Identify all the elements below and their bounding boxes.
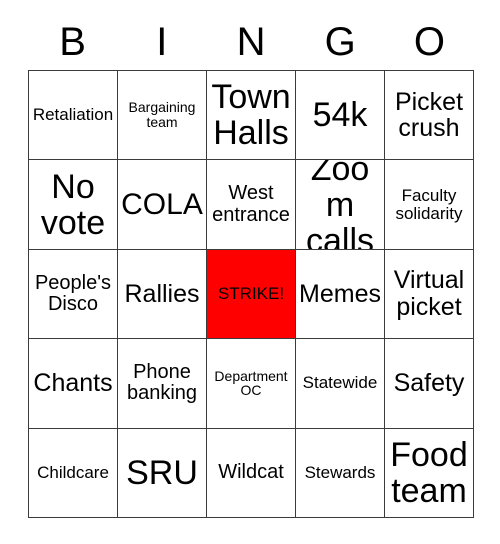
- bingo-cell[interactable]: Wildcat: [207, 428, 296, 518]
- bingo-cell[interactable]: COLA: [118, 160, 207, 250]
- bingo-cell-label: Virtual picket: [393, 266, 465, 321]
- bingo-cell[interactable]: Picket crush: [385, 71, 474, 161]
- bingo-cell[interactable]: Bargaining team: [118, 71, 207, 161]
- bingo-cell-label: Safety: [393, 369, 465, 398]
- bingo-cell-label: 54k: [312, 96, 368, 135]
- bingo-cell[interactable]: SRU: [118, 428, 207, 518]
- bingo-cell-label: Food team: [390, 435, 468, 510]
- bingo-cell-label: Town Halls: [211, 78, 291, 153]
- bingo-cell[interactable]: Department OC: [207, 339, 296, 429]
- bingo-cell-label: Phone banking: [126, 361, 198, 405]
- bingo-cell[interactable]: Town Halls: [207, 71, 296, 161]
- bingo-cell[interactable]: Memes: [296, 249, 385, 340]
- bingo-cell-label: West entrance: [212, 182, 290, 226]
- bingo-cell[interactable]: Chants: [29, 339, 118, 429]
- bingo-cell[interactable]: Statewide: [296, 339, 385, 429]
- bingo-cell[interactable]: Retaliation: [29, 71, 118, 161]
- bingo-cell-label: No vote: [40, 167, 106, 242]
- bingo-cell[interactable]: Stewards: [296, 428, 385, 518]
- bingo-header-letter-b: B: [59, 20, 86, 64]
- bingo-cell-label: People's Disco: [34, 271, 112, 315]
- bingo-cell-label: Zoom calls: [305, 160, 375, 250]
- bingo-cell-label: Wildcat: [218, 461, 284, 484]
- bingo-cell[interactable]: No vote: [29, 160, 118, 250]
- bingo-cell[interactable]: Virtual picket: [385, 249, 474, 340]
- bingo-cell[interactable]: 54k: [296, 71, 385, 161]
- bingo-header-letter-n: N: [236, 20, 266, 64]
- bingo-cell[interactable]: People's Disco: [29, 249, 118, 340]
- bingo-cell-label: SRU: [126, 453, 198, 492]
- bingo-cell-label: Memes: [299, 279, 381, 308]
- bingo-cell-label: Rallies: [124, 279, 200, 308]
- bingo-cell[interactable]: Food team: [385, 428, 474, 518]
- bingo-cell-label: STRIKE!: [217, 283, 285, 303]
- bingo-card: B I N G O Retaliation Bargaining team Town…: [0, 0, 500, 544]
- bingo-cell-label: Department OC: [214, 367, 288, 399]
- bingo-cell-label: Retaliation: [32, 105, 114, 125]
- bingo-cell-label: Statewide: [302, 373, 378, 393]
- bingo-header: B I N G O: [28, 14, 474, 70]
- bingo-cell[interactable]: Zoom calls: [296, 160, 385, 250]
- bingo-header-letter-i: I: [156, 20, 168, 64]
- bingo-cell[interactable]: Phone banking: [118, 339, 207, 429]
- bingo-cell-label: Bargaining team: [128, 99, 196, 131]
- bingo-cell[interactable]: Childcare: [29, 428, 118, 518]
- bingo-header-letter-o: O: [413, 20, 445, 64]
- bingo-cell-label: Childcare: [37, 462, 109, 482]
- bingo-cell-label: Stewards: [304, 462, 376, 482]
- bingo-cell-label: Chants: [33, 369, 113, 398]
- bingo-cell[interactable]: Safety: [385, 339, 474, 429]
- bingo-grid: Retaliation Bargaining team Town Halls 54k P…: [28, 70, 474, 518]
- bingo-cell-label: Picket crush: [394, 87, 464, 143]
- bingo-cell[interactable]: STRIKE!: [207, 249, 296, 340]
- bingo-cell-label: COLA: [121, 187, 203, 221]
- bingo-cell[interactable]: Faculty solidarity: [385, 160, 474, 250]
- bingo-cell[interactable]: West entrance: [207, 160, 296, 250]
- bingo-cell-label: Faculty solidarity: [395, 185, 463, 223]
- bingo-cell[interactable]: Rallies: [118, 249, 207, 340]
- bingo-header-letter-g: G: [324, 20, 356, 64]
